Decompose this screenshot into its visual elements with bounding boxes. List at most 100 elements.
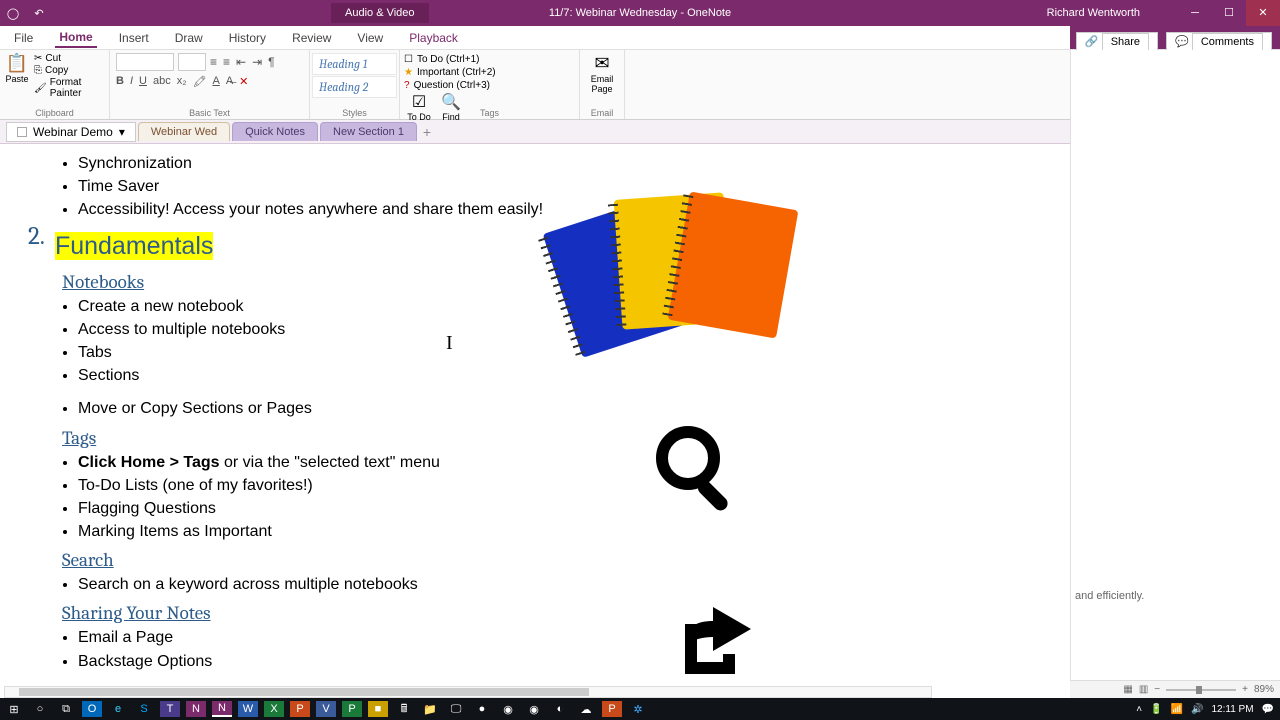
tray-battery-icon[interactable]: 🔋 <box>1150 704 1162 715</box>
email-page-button[interactable]: ✉Email Page <box>582 53 622 94</box>
menu-history[interactable]: History <box>225 29 270 47</box>
section-tab-webinar-wed[interactable]: Webinar Wed <box>138 122 230 141</box>
menu-insert[interactable]: Insert <box>115 29 153 47</box>
font-size-dropdown[interactable] <box>178 53 206 71</box>
tray-clock[interactable]: 12:11 PM <box>1211 704 1253 715</box>
taskbar-app[interactable]: S <box>134 701 154 717</box>
page-canvas[interactable]: Synchronization Time Saver Accessibility… <box>0 144 1148 710</box>
question-icon: ? <box>404 80 410 91</box>
tag-todo[interactable]: ☐To Do (Ctrl+1) <box>404 53 575 66</box>
taskbar-chrome[interactable]: ◉ <box>524 701 544 717</box>
format-painter-button[interactable]: 🖌Format Painter <box>34 77 105 99</box>
tray-notifications-icon[interactable]: 💬 <box>1262 704 1274 715</box>
subheading-tags: Tags <box>62 427 1128 449</box>
text-cursor: I <box>446 332 453 355</box>
taskbar-app[interactable]: 🖩 <box>394 701 414 717</box>
view-grid-icon[interactable]: ▥ <box>1139 684 1148 695</box>
tag-important[interactable]: ★Important (Ctrl+2) <box>404 66 575 79</box>
taskbar-app[interactable]: T <box>160 701 180 717</box>
underline-button[interactable]: U <box>139 75 147 88</box>
taskbar-onenote[interactable]: N <box>212 701 232 717</box>
zoom-slider[interactable] <box>1166 689 1236 691</box>
tray-chevron-icon[interactable]: ˄ <box>1136 704 1142 715</box>
undo-button[interactable]: ↶ <box>26 7 52 20</box>
taskbar-word[interactable]: W <box>238 701 258 717</box>
strikethrough-button[interactable]: abc <box>153 75 171 88</box>
menu-file[interactable]: File <box>10 29 37 47</box>
style-heading2[interactable]: Heading 2 <box>312 76 397 98</box>
numbering-button[interactable]: ≡ <box>223 55 230 69</box>
zoom-in-button[interactable]: + <box>1242 684 1248 695</box>
menu-home[interactable]: Home <box>55 28 96 48</box>
bold-button[interactable]: B <box>116 75 124 88</box>
paste-button[interactable]: 📋Paste <box>4 53 30 99</box>
ribbon-group-clipboard: 📋Paste ✂Cut ⎘Copy 🖌Format Painter Clipbo… <box>0 50 110 119</box>
heading-fundamentals: Fundamentals <box>55 232 213 260</box>
taskbar-app[interactable]: P <box>342 701 362 717</box>
user-name[interactable]: Richard Wentworth <box>1047 7 1140 19</box>
system-tray[interactable]: ˄ 🔋 📶 🔊 12:11 PM 💬 <box>1136 704 1274 715</box>
contextual-tab-audio-video[interactable]: Audio & Video <box>331 3 429 23</box>
section-tab-quick-notes[interactable]: Quick Notes <box>232 122 318 141</box>
list-item: Click Home > Tags or via the "selected t… <box>78 451 1128 474</box>
ribbon-group-styles: Heading 1 Heading 2 Styles <box>310 50 400 119</box>
share-image <box>655 599 760 684</box>
bullets-button[interactable]: ≡ <box>210 55 217 69</box>
horizontal-scrollbar[interactable] <box>4 686 932 698</box>
tray-wifi-icon[interactable]: 📶 <box>1171 704 1183 715</box>
tray-volume-icon[interactable]: 🔊 <box>1191 704 1203 715</box>
subscript-button[interactable]: x₂ <box>177 75 187 88</box>
clear-formatting-button[interactable]: A̶ <box>226 75 233 88</box>
font-name-dropdown[interactable] <box>116 53 174 71</box>
taskbar[interactable]: ⊞ ○ ⧉ O e S T N N W X P V P ■ 🖩 📁 🖵 ● ◉ … <box>0 698 1280 720</box>
taskbar-app[interactable]: ✲ <box>628 701 648 717</box>
share-button[interactable]: 🔗 Share <box>1076 32 1158 51</box>
star-icon: ★ <box>404 67 413 78</box>
cut-button[interactable]: ✂Cut <box>34 53 105 64</box>
style-heading1[interactable]: Heading 1 <box>312 53 397 75</box>
zoom-percent[interactable]: 89% <box>1254 684 1274 695</box>
start-button[interactable]: ⊞ <box>4 701 24 717</box>
menu-draw[interactable]: Draw <box>171 29 207 47</box>
taskbar-app[interactable]: 📁 <box>420 701 440 717</box>
taskbar-app[interactable]: ◐ <box>550 701 570 717</box>
italic-button[interactable]: I <box>130 75 133 88</box>
font-color-button[interactable]: A <box>212 75 219 88</box>
taskbar-app[interactable]: ● <box>472 701 492 717</box>
menu-playback[interactable]: Playback <box>405 29 462 47</box>
indent-button[interactable]: ⇥ <box>252 55 262 69</box>
taskbar-app[interactable]: ☁ <box>576 701 596 717</box>
copy-button[interactable]: ⎘Copy <box>34 65 105 76</box>
taskbar-app[interactable]: V <box>316 701 336 717</box>
taskbar-app[interactable]: P <box>602 701 622 717</box>
taskbar-app[interactable]: O <box>82 701 102 717</box>
taskview-button[interactable]: ⧉ <box>56 701 76 717</box>
delete-button[interactable]: ✕ <box>239 75 248 88</box>
taskbar-chrome[interactable]: ◉ <box>498 701 518 717</box>
notebooks-image <box>560 194 800 344</box>
align-button[interactable]: ¶ <box>268 55 274 69</box>
minimize-button[interactable]: ─ <box>1178 0 1212 26</box>
list-item: Marking Items as Important <box>78 520 1128 543</box>
comments-button[interactable]: 💬 Comments <box>1166 32 1272 51</box>
taskbar-powerpoint[interactable]: P <box>290 701 310 717</box>
menu-view[interactable]: View <box>353 29 387 47</box>
taskbar-app[interactable]: 🖵 <box>446 701 466 717</box>
tag-question[interactable]: ?Question (Ctrl+3) <box>404 79 575 92</box>
taskbar-app[interactable]: e <box>108 701 128 717</box>
taskbar-app[interactable]: N <box>186 701 206 717</box>
view-normal-icon[interactable]: ▦ <box>1123 684 1132 695</box>
add-section-button[interactable]: + <box>417 124 437 140</box>
outdent-button[interactable]: ⇤ <box>236 55 246 69</box>
menu-review[interactable]: Review <box>288 29 335 47</box>
zoom-out-button[interactable]: − <box>1154 684 1160 695</box>
section-tab-new-section[interactable]: New Section 1 <box>320 122 417 141</box>
taskbar-excel[interactable]: X <box>264 701 284 717</box>
cortana-button[interactable]: ○ <box>30 701 50 717</box>
notebook-dropdown[interactable]: Webinar Demo ▾ <box>6 122 136 142</box>
maximize-button[interactable]: ☐ <box>1212 0 1246 26</box>
close-button[interactable]: ✕ <box>1246 0 1280 26</box>
back-button[interactable]: ◯ <box>0 7 26 20</box>
highlight-button[interactable]: 🖍 <box>193 75 207 88</box>
taskbar-app[interactable]: ■ <box>368 701 388 717</box>
